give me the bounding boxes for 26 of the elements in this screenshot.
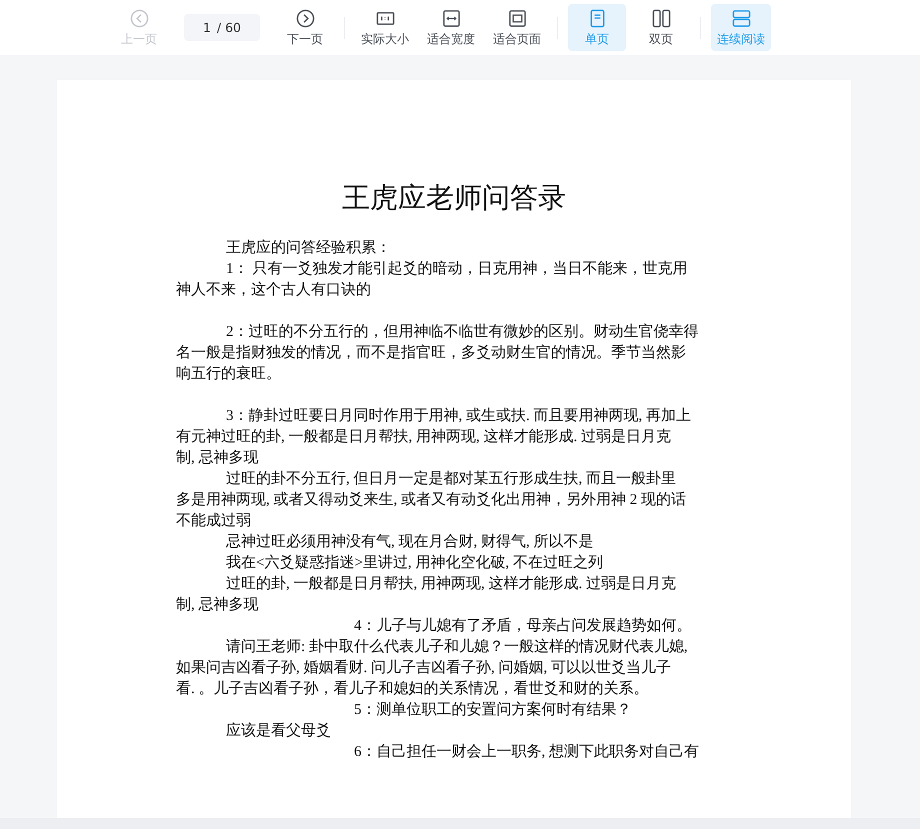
toolbar-button[interactable]: 实际大小 (355, 4, 415, 51)
paragraph: 过旺的卦不分五行, 但日月一定是都对某五行形成生扶, 而且一般卦里 多是用神两现, 或者又得动爻来生, 或者又有动爻化出用神，另外用神 2 现的话 不能成过弱 (176, 469, 687, 531)
paragraph: 过旺的卦, 一般都是日月帮扶, 用神两现, 这样才能形成. 过弱是日月克 制, 忌神多现 (176, 574, 677, 615)
paragraph: 6：自己担任一财会上一职务, 想测下此职务对自己有 (353, 742, 700, 762)
paragraph: 我在<六爻疑惑指迷>里讲过, 用神化空化破, 不在过旺之列 (225, 553, 604, 573)
paragraph: 4：儿子与儿媳有了矛盾，母亲占问发展趋势如何。 (353, 616, 692, 636)
paragraph: 请问王老师: 卦中取什么代表儿子和儿媳？一般这样的情况财代表儿媳, 如果问吉凶看子孙, 婚姻看财. 问儿子吉凶看子孙, 问婚姻, 可以以世爻当儿子 看. 。儿子吉凶看子孙，看儿子和媳妇的关系情况，看世爻和财的关系。 (176, 638, 689, 699)
fit-page-icon (508, 9, 526, 28)
fit-width-icon (442, 9, 460, 28)
paragraph: 忌神过旺必须用神没有气, 现在月合财, 财得气, 所以不是 (225, 532, 594, 552)
paragraph: 2：过旺的不分五行的，但用神临不临世有微妙的区别。财动生官侥幸得 名一般是指财独发的情况，而不是指官旺，多爻动财生官的情况。季节当然影 响五行的衰旺。 (176, 322, 700, 384)
toolbar-button[interactable]: 下一页 (276, 4, 334, 51)
paragraph: 王虎应的问答经验积累： (225, 238, 392, 258)
toolbar-button[interactable]: 双页 (632, 4, 690, 51)
continuous-icon (732, 9, 750, 28)
single-page-icon (588, 9, 606, 28)
toolbar-button[interactable]: 适合宽度 (421, 4, 481, 51)
paragraph: 3：静卦过旺要日月同时作用于用神, 或生或扶. 而且要用神两现, 再加上 有元神过旺的卦, 一般都是日月帮扶, 用神两现, 这样才能形成. 过弱是日月克 制, 忌神多现 (176, 406, 692, 468)
paragraph: 1： 只有一爻独发才能引起爻的暗动，日克用神，当日不能来，世克用 神人不来，这个古人有口诀的 (176, 260, 688, 300)
two-page-icon (652, 9, 670, 28)
paragraph: 应该是看父母爻 (225, 721, 332, 741)
paragraph: 5：测单位职工的安置问方案何时有结果？ (353, 700, 632, 720)
toolbar-button[interactable]: 适合页面 (487, 4, 547, 51)
document-title: 王虎应老师问答录 (341, 182, 567, 216)
actual-size-icon (376, 9, 394, 28)
page-number-field[interactable]: 1 / 60 (184, 14, 260, 41)
